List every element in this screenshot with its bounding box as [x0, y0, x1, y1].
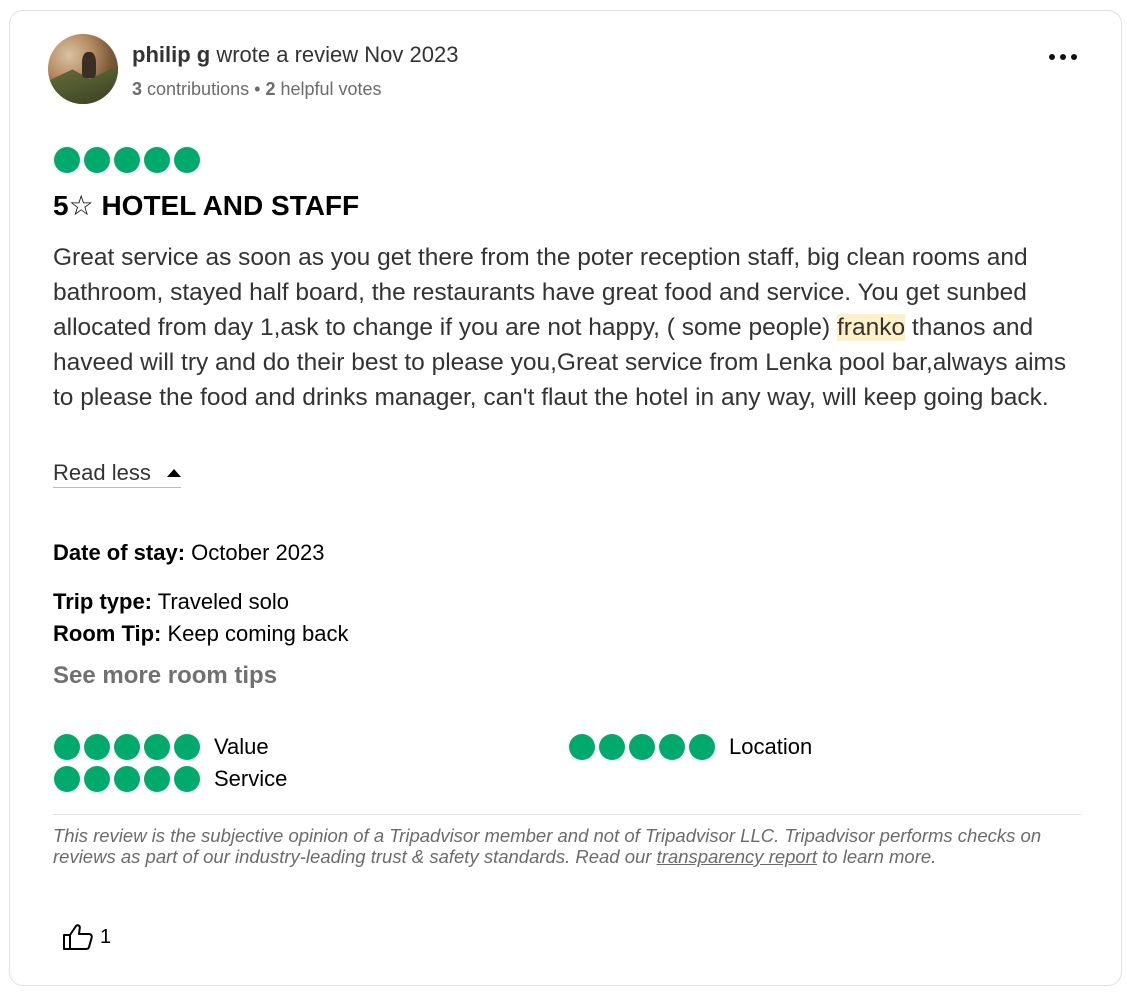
rating-bubble-icon [54, 734, 80, 760]
read-less-label: Read less [53, 460, 151, 485]
disclaimer-text: to learn more. [817, 846, 937, 867]
rating-bubble-icon [54, 147, 80, 173]
reviewer-header: philip g wrote a review Nov 2023 [132, 41, 458, 69]
review-body: Great service as soon as you get there f… [53, 240, 1093, 415]
review-card: philip g wrote a review Nov 2023 3 contr… [9, 10, 1122, 986]
read-less-button[interactable]: Read less [53, 459, 181, 488]
helpful-count: 1 [100, 925, 112, 948]
location-label: Location [729, 734, 813, 759]
date-of-stay-value: October 2023 [191, 540, 325, 565]
rating-bubble-icon [144, 734, 170, 760]
rating-bubble-icon [114, 734, 140, 760]
rating-bubble-icon [569, 734, 595, 760]
thumbs-up-icon [63, 924, 93, 950]
rating-bubble-icon [144, 766, 170, 792]
rating-bubble-icon [54, 766, 80, 792]
rating-bubble-icon [144, 147, 170, 173]
room-tip-value: Keep coming back [167, 621, 349, 646]
helpful-vote-button[interactable]: 1 [62, 923, 111, 951]
review-action-text: wrote a review Nov 2023 [216, 42, 459, 67]
review-rating-bubbles [54, 147, 200, 173]
room-tip-label: Room Tip: [53, 621, 162, 646]
caret-up-icon [166, 469, 181, 477]
highlighted-keyword: franko [837, 314, 906, 341]
date-of-stay-label: Date of stay: [53, 540, 186, 565]
sub-rating-value: Value [54, 733, 269, 761]
service-rating-bubbles [54, 766, 200, 792]
rating-bubble-icon [174, 147, 200, 173]
value-label: Value [214, 734, 269, 759]
more-dot-icon [1049, 54, 1055, 60]
location-rating-bubbles [569, 734, 715, 760]
rating-bubble-icon [689, 734, 715, 760]
value-rating-bubbles [54, 734, 200, 760]
more-dot-icon [1071, 54, 1077, 60]
service-label: Service [214, 766, 288, 791]
stats-separator: • [254, 79, 261, 99]
rating-bubble-icon [174, 734, 200, 760]
sub-rating-service: Service [54, 765, 287, 793]
more-options-button[interactable] [1043, 45, 1083, 69]
rating-bubble-icon [174, 766, 200, 792]
trip-type: Trip type: Traveled solo [53, 588, 289, 616]
rating-bubble-icon [114, 766, 140, 792]
avatar[interactable] [48, 34, 118, 104]
see-more-room-tips-button[interactable]: See more room tips [53, 661, 277, 691]
more-dot-icon [1060, 54, 1066, 60]
transparency-report-link[interactable]: transparency report [657, 846, 817, 867]
reviewer-name[interactable]: philip g [132, 42, 210, 67]
helpful-votes-count: 2 [265, 79, 276, 99]
rating-bubble-icon [84, 766, 110, 792]
contributions-count: 3 [132, 79, 143, 99]
disclaimer: This review is the subjective opinion of… [53, 825, 1083, 867]
trip-type-label: Trip type: [53, 589, 153, 614]
rating-bubble-icon [659, 734, 685, 760]
room-tip: Room Tip: Keep coming back [53, 620, 348, 648]
helpful-votes-label: helpful votes [280, 79, 382, 99]
rating-bubble-icon [114, 147, 140, 173]
rating-bubble-icon [84, 734, 110, 760]
rating-bubble-icon [599, 734, 625, 760]
contributions-label: contributions [147, 79, 250, 99]
rating-bubble-icon [629, 734, 655, 760]
review-title[interactable]: 5☆ HOTEL AND STAFF [53, 189, 359, 223]
sub-rating-location: Location [569, 733, 812, 761]
divider [53, 814, 1081, 815]
reviewer-stats: 3 contributions • 2 helpful votes [132, 77, 382, 101]
rating-bubble-icon [84, 147, 110, 173]
trip-type-value: Traveled solo [157, 589, 289, 614]
date-of-stay: Date of stay: October 2023 [53, 539, 324, 567]
